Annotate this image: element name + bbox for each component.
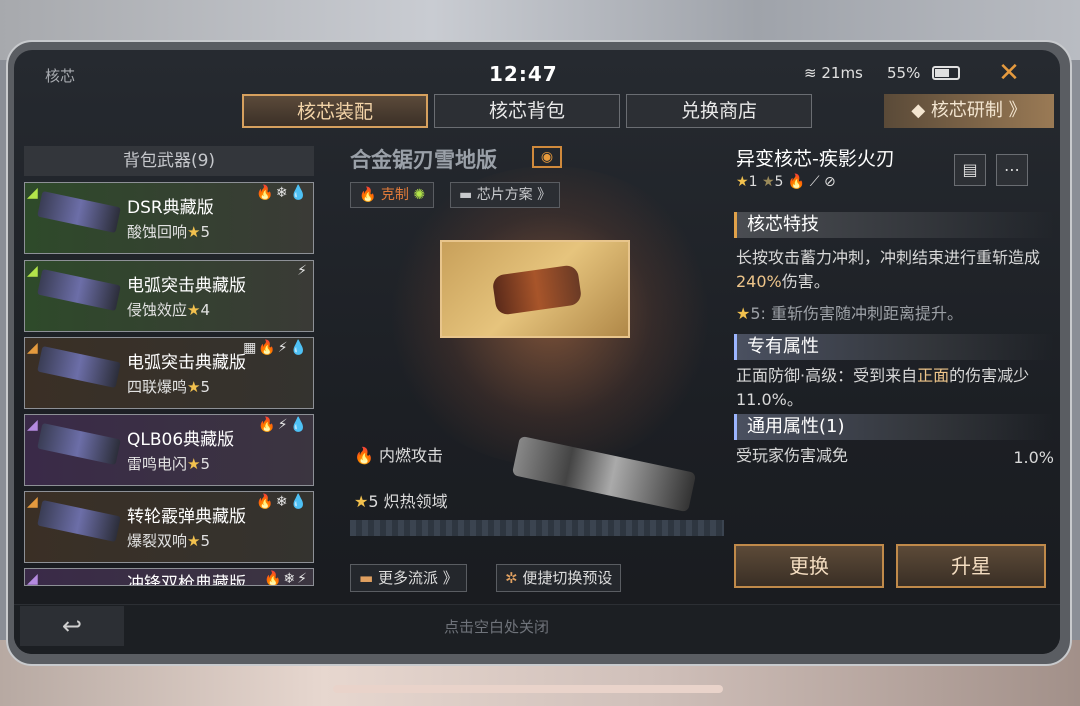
section-general-attr: 通用属性(1) xyxy=(734,414,1054,440)
star-note: ★5: 重斩伤害随冲刺距离提升。 xyxy=(736,304,964,323)
section-core-skill: 核芯特技 xyxy=(734,212,1054,238)
more-styles-button[interactable]: ▬ 更多流派 》 xyxy=(350,564,467,592)
fire-icon: 🔥 xyxy=(354,446,374,465)
replace-button[interactable]: 更换 xyxy=(734,544,884,588)
weapon-image xyxy=(37,499,121,543)
core-image xyxy=(491,264,583,316)
weapon-image xyxy=(37,190,121,234)
weapon-name: 冲锋双枪典藏版 xyxy=(127,574,246,586)
element-icons: 🔥❄⚡ xyxy=(264,571,309,586)
chip-plan-label: 芯片方案 》 xyxy=(476,187,552,203)
battery-text: 55% xyxy=(887,64,921,82)
back-button[interactable]: ↩ xyxy=(20,606,124,646)
star-icon: ★ xyxy=(354,492,369,511)
type-icon: ◢ xyxy=(27,340,38,356)
element-icons: 🔥❄💧 xyxy=(256,185,309,201)
section-exclusive-attr: 专有属性 xyxy=(734,334,1054,360)
element-icons: 🔥⚡💧 xyxy=(258,417,309,433)
weapon-name: DSR典藏版 xyxy=(127,198,214,218)
status-title: 核芯 xyxy=(45,67,76,85)
weapon-item-1[interactable]: ◢ DSR典藏版 酸蚀回响★5 🔥❄💧 xyxy=(24,182,314,254)
decor-bar xyxy=(350,520,724,536)
gun-icon: ▬ xyxy=(359,569,374,587)
fire-icon: 🔥 xyxy=(359,187,377,203)
crystal-icon: ◆ xyxy=(911,100,926,121)
weapon-core: 爆裂双响★5 xyxy=(127,532,211,550)
gun-icon: ▬ xyxy=(459,187,473,203)
weapon-title: 合金锯刃雪地版 xyxy=(350,148,497,172)
element-icons: ⚡ xyxy=(297,263,309,279)
weapon-core: 酸蚀回响★5 xyxy=(127,223,211,241)
general-attr-value: 1.0% xyxy=(1013,448,1054,467)
weapon-name: 电弧突击典藏版 xyxy=(127,276,246,296)
ping-text: 21ms xyxy=(821,64,863,82)
quick-preset-button[interactable]: ✲ 便捷切换预设 xyxy=(496,564,622,592)
battery-icon xyxy=(932,66,960,80)
eye-icon[interactable]: ◉ xyxy=(532,146,562,168)
perk-blazing-field: ★5 炽热领域 xyxy=(354,492,448,511)
weapon-name: 转轮霰弹典藏版 xyxy=(127,507,246,527)
type-icon: ◢ xyxy=(27,185,38,201)
dash-icon: ⊘ xyxy=(824,174,836,190)
weapon-core: 四联爆鸣★5 xyxy=(127,378,211,396)
weapon-name: QLB06典藏版 xyxy=(127,430,235,450)
weapon-item-4[interactable]: ◢ QLB06典藏版 雷鸣电闪★5 🔥⚡💧 xyxy=(24,414,314,486)
upgrade-star-button[interactable]: 升星 xyxy=(896,544,1046,588)
tab-core-backpack[interactable]: 核芯背包 xyxy=(434,94,620,128)
weapon-item-2[interactable]: ◢ 电弧突击典藏版 侵蚀效应★4 ⚡ xyxy=(24,260,314,332)
weapon-core: 侵蚀效应★4 xyxy=(127,301,211,319)
blade-icon: ⟋ xyxy=(809,174,820,190)
core-research-button[interactable]: ◆ 核芯研制 》 xyxy=(884,94,1054,128)
close-hint[interactable]: 点击空白处关闭 xyxy=(444,616,549,637)
game-screen: 核芯 12:47 ≋ 21ms 55% ✕ 核芯装配 核芯背包 兑换商店 ◆ 核… xyxy=(14,50,1060,654)
details-icon[interactable]: ▤ xyxy=(954,154,986,186)
element-icons: ▦🔥⚡💧 xyxy=(243,340,309,356)
acid-icon: ✺ xyxy=(413,187,426,203)
backpack-weapons-header: 背包武器(9) xyxy=(24,146,314,176)
type-icon: ◢ xyxy=(27,417,38,433)
wifi-indicator: ≋ 21ms xyxy=(804,64,863,82)
close-button[interactable]: ✕ xyxy=(994,58,1024,88)
core-research-label: 核芯研制 》 xyxy=(930,100,1027,121)
gear-icon: ✲ xyxy=(505,569,518,587)
wifi-icon: ≋ xyxy=(804,64,817,82)
type-icon: ◢ xyxy=(27,571,38,586)
weapon-name: 电弧突击典藏版 xyxy=(127,353,246,373)
type-icon: ◢ xyxy=(27,263,38,279)
core-tags: ★1 ★5 🔥 ⟋ ⊘ xyxy=(736,174,836,190)
weapon-image xyxy=(37,345,121,389)
element-icons: 🔥❄💧 xyxy=(256,494,309,510)
clock: 12:47 xyxy=(489,62,558,86)
core-skill-desc: 长按攻击蓄力冲刺，冲刺结束进行重斩造成240%伤害。 xyxy=(736,248,1041,291)
exclusive-attr-desc: 正面防御·高级：受到来自正面的伤害减少11.0%。 xyxy=(736,366,1030,409)
tab-exchange-shop[interactable]: 兑换商店 xyxy=(626,94,812,128)
tab-core-assembly[interactable]: 核芯装配 xyxy=(242,94,428,128)
type-icon: ◢ xyxy=(27,494,38,510)
weapon-item-5[interactable]: ◢ 转轮霰弹典藏版 爆裂双响★5 🔥❄💧 xyxy=(24,491,314,563)
chip-plan-button[interactable]: ▬ 芯片方案 》 xyxy=(450,182,561,208)
counter-label: 克制 xyxy=(380,187,409,203)
weapon-image xyxy=(37,268,121,312)
perk-internal-combustion: 🔥 内燃攻击 xyxy=(354,446,444,465)
weapon-item-3[interactable]: ◢ 电弧突击典藏版 四联爆鸣★5 ▦🔥⚡💧 xyxy=(24,337,314,409)
more-icon[interactable]: ⋯ xyxy=(996,154,1028,186)
fire-icon: 🔥 xyxy=(787,174,806,190)
weapon-core: 雷鸣电闪★5 xyxy=(127,455,211,473)
weapon-item-6[interactable]: ◢ 冲锋双枪典藏版 🔥❄⚡ xyxy=(24,568,314,586)
home-indicator[interactable] xyxy=(333,685,723,693)
core-card[interactable] xyxy=(440,240,630,338)
back-icon: ↩ xyxy=(61,612,83,640)
counter-badge[interactable]: 🔥 克制 ✺ xyxy=(350,182,435,208)
core-name: 异变核芯-疾影火刃 xyxy=(736,148,895,170)
weapon-image xyxy=(37,422,121,466)
